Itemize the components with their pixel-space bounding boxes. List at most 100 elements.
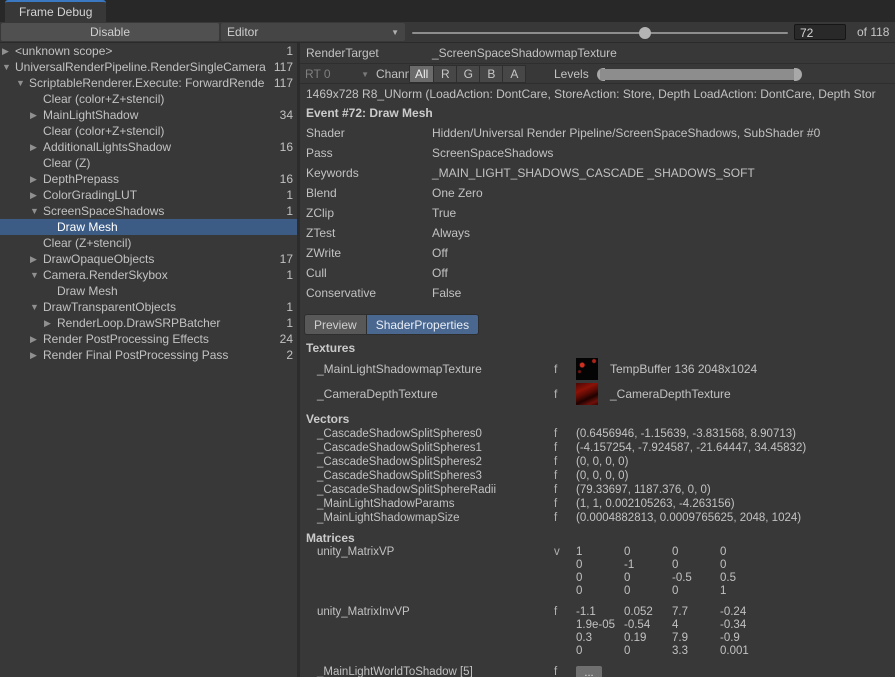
- tree-item-count: 1: [286, 315, 293, 331]
- levels-max-handle[interactable]: [794, 68, 802, 81]
- tab-shaderproperties[interactable]: ShaderProperties: [366, 314, 479, 335]
- tree-item-label: UniversalRenderPipeline.RenderSingleCame…: [15, 60, 277, 74]
- vector-name: _MainLightShadowParams: [300, 498, 554, 510]
- tree-row[interactable]: ▶AdditionalLightsShadow16: [0, 139, 297, 155]
- vector-value: (0, 0, 0, 0): [576, 470, 628, 482]
- property-row: BlendOne Zero: [300, 183, 895, 203]
- tree-item-label: ScreenSpaceShadows: [43, 204, 277, 218]
- tree-row[interactable]: ▶Render PostProcessing Effects24: [0, 331, 297, 347]
- value-type: f: [554, 498, 576, 510]
- disclosure-triangle-icon[interactable]: ▼: [30, 203, 43, 219]
- tree-row[interactable]: ▼UniversalRenderPipeline.RenderSingleCam…: [0, 59, 297, 75]
- matrix-values: 10000-10000-0.50.50001: [576, 546, 768, 598]
- disclosure-triangle-icon[interactable]: ▶: [2, 43, 15, 59]
- vector-value: (0.6456946, -1.15639, -3.831568, 8.90713…: [576, 428, 796, 440]
- disclosure-triangle-icon[interactable]: ▶: [44, 315, 57, 331]
- disclosure-triangle-icon[interactable]: ▼: [16, 75, 29, 91]
- event-number-input[interactable]: 72: [794, 24, 846, 40]
- tree-row[interactable]: Clear (Z+stencil): [0, 235, 297, 251]
- disclosure-triangle-icon[interactable]: ▶: [30, 331, 43, 347]
- frame-debugger-window: Frame Debug Disable Editor ▼ 72 of 118 ▶…: [0, 0, 895, 677]
- matrix-row: _MainLightWorldToShadow [5]f...: [300, 666, 895, 677]
- event-slider-track[interactable]: [412, 32, 788, 34]
- rt-index-dropdown[interactable]: RT 0 ▼: [305, 66, 369, 82]
- disclosure-triangle-icon[interactable]: ▶: [30, 251, 43, 267]
- tree-row[interactable]: ▼ScreenSpaceShadows 1: [0, 203, 297, 219]
- disclosure-triangle-icon[interactable]: ▶: [30, 171, 43, 187]
- matrix-cell: 0.5: [720, 572, 768, 585]
- tree-row[interactable]: Draw Mesh: [0, 219, 297, 235]
- tree-row[interactable]: ▼DrawTransparentObjects1: [0, 299, 297, 315]
- disclosure-triangle-icon[interactable]: ▼: [30, 267, 43, 283]
- property-value: _MAIN_LIGHT_SHADOWS_CASCADE _SHADOWS_SOF…: [432, 166, 755, 180]
- property-row: ShaderHidden/Universal Render Pipeline/S…: [300, 123, 895, 143]
- tree-row[interactable]: Draw Mesh: [0, 283, 297, 299]
- channel-button-g[interactable]: G: [456, 65, 480, 83]
- disclosure-triangle-icon[interactable]: ▼: [2, 59, 15, 75]
- tree-item-label: Clear (Z+stencil): [43, 236, 277, 250]
- tree-item-label: Draw Mesh: [57, 220, 277, 234]
- matrix-row: unity_MatrixVPv10000-10000-0.50.50001: [300, 546, 895, 598]
- tree-row[interactable]: ▶DepthPrepass16: [0, 171, 297, 187]
- disclosure-triangle-icon[interactable]: ▶: [30, 187, 43, 203]
- toolbar: Disable Editor ▼ 72 of 118: [0, 22, 895, 43]
- property-row: Keywords_MAIN_LIGHT_SHADOWS_CASCADE _SHA…: [300, 163, 895, 183]
- levels-minmax-slider[interactable]: [597, 68, 802, 81]
- tree-row[interactable]: ▶<unknown scope>1: [0, 43, 297, 59]
- texture-thumbnail-shadowmap: [576, 358, 598, 380]
- channel-button-r[interactable]: R: [433, 65, 457, 83]
- channel-button-all[interactable]: All: [409, 65, 434, 83]
- event-title: Event #72: Draw Mesh: [300, 104, 895, 123]
- matrix-cell: 0: [624, 546, 672, 559]
- tree-item-count: 117: [274, 75, 293, 91]
- matrix-line: 0.30.197.9-0.9: [576, 632, 768, 645]
- disclosure-triangle-icon[interactable]: ▶: [30, 107, 43, 123]
- tree-row[interactable]: Clear (color+Z+stencil): [0, 91, 297, 107]
- disclosure-triangle-icon[interactable]: ▶: [30, 139, 43, 155]
- tree-item-label: DrawOpaqueObjects: [43, 252, 277, 266]
- window-tab-bar: Frame Debug: [0, 0, 895, 22]
- matrix-cell: 1: [576, 546, 624, 559]
- property-label: ZWrite: [300, 246, 432, 260]
- vector-name: _CascadeShadowSplitSpheres0: [300, 428, 554, 440]
- vector-row: _CascadeShadowSplitSpheres0f(0.6456946, …: [300, 427, 895, 441]
- tab-preview[interactable]: Preview: [304, 314, 367, 335]
- rt-index-value: RT 0: [305, 67, 331, 81]
- tree-row[interactable]: ▶ColorGradingLUT1: [0, 187, 297, 203]
- event-slider-handle[interactable]: [639, 27, 651, 39]
- tree-row[interactable]: ▶Render Final PostProcessing Pass2: [0, 347, 297, 363]
- target-dropdown[interactable]: Editor ▼: [221, 23, 405, 41]
- tree-item-label: MainLightShadow: [43, 108, 277, 122]
- matrix-cell: 0.052: [624, 606, 672, 619]
- vector-row: _CascadeShadowSplitSphereRadiif(79.33697…: [300, 483, 895, 497]
- property-value: Off: [432, 246, 448, 260]
- matrix-line: 1000: [576, 546, 768, 559]
- disclosure-triangle-icon[interactable]: ▶: [30, 347, 43, 363]
- disclosure-triangle-icon[interactable]: ▼: [30, 299, 43, 315]
- tree-row[interactable]: ▶RenderLoop.DrawSRPBatcher1: [0, 315, 297, 331]
- tree-row[interactable]: ▼Camera.RenderSkybox1: [0, 267, 297, 283]
- expand-matrix-button[interactable]: ...: [576, 666, 602, 677]
- matrix-cell: 0: [624, 572, 672, 585]
- vector-row: _CascadeShadowSplitSpheres1f(-4.157254, …: [300, 441, 895, 455]
- tree-row[interactable]: ▼ScriptableRenderer.Execute: ForwardRend…: [0, 75, 297, 91]
- matrix-name: _MainLightWorldToShadow [5]: [300, 666, 554, 677]
- disable-button[interactable]: Disable: [1, 23, 219, 41]
- tab-frame-debug[interactable]: Frame Debug: [5, 0, 106, 22]
- tree-row[interactable]: Clear (Z): [0, 155, 297, 171]
- textures-section-title: Textures: [300, 341, 895, 356]
- tree-row[interactable]: Clear (color+Z+stencil): [0, 123, 297, 139]
- texture-name: _MainLightShadowmapTexture: [300, 362, 554, 376]
- matrix-cell: 0: [720, 559, 768, 572]
- matrix-line: 00-0.50.5: [576, 572, 768, 585]
- tree-row[interactable]: ▶MainLightShadow34: [0, 107, 297, 123]
- property-label: Shader: [300, 126, 432, 140]
- vector-name: _CascadeShadowSplitSpheres1: [300, 442, 554, 454]
- tree-item-count: 1: [286, 203, 293, 219]
- tree-row[interactable]: ▶DrawOpaqueObjects17: [0, 251, 297, 267]
- value-type: f: [554, 470, 576, 482]
- tree-item-label: Clear (Z): [43, 156, 277, 170]
- texture-row: _MainLightShadowmapTexturefTempBuffer 13…: [300, 356, 895, 381]
- channel-button-a[interactable]: A: [502, 65, 526, 83]
- channel-button-b[interactable]: B: [479, 65, 503, 83]
